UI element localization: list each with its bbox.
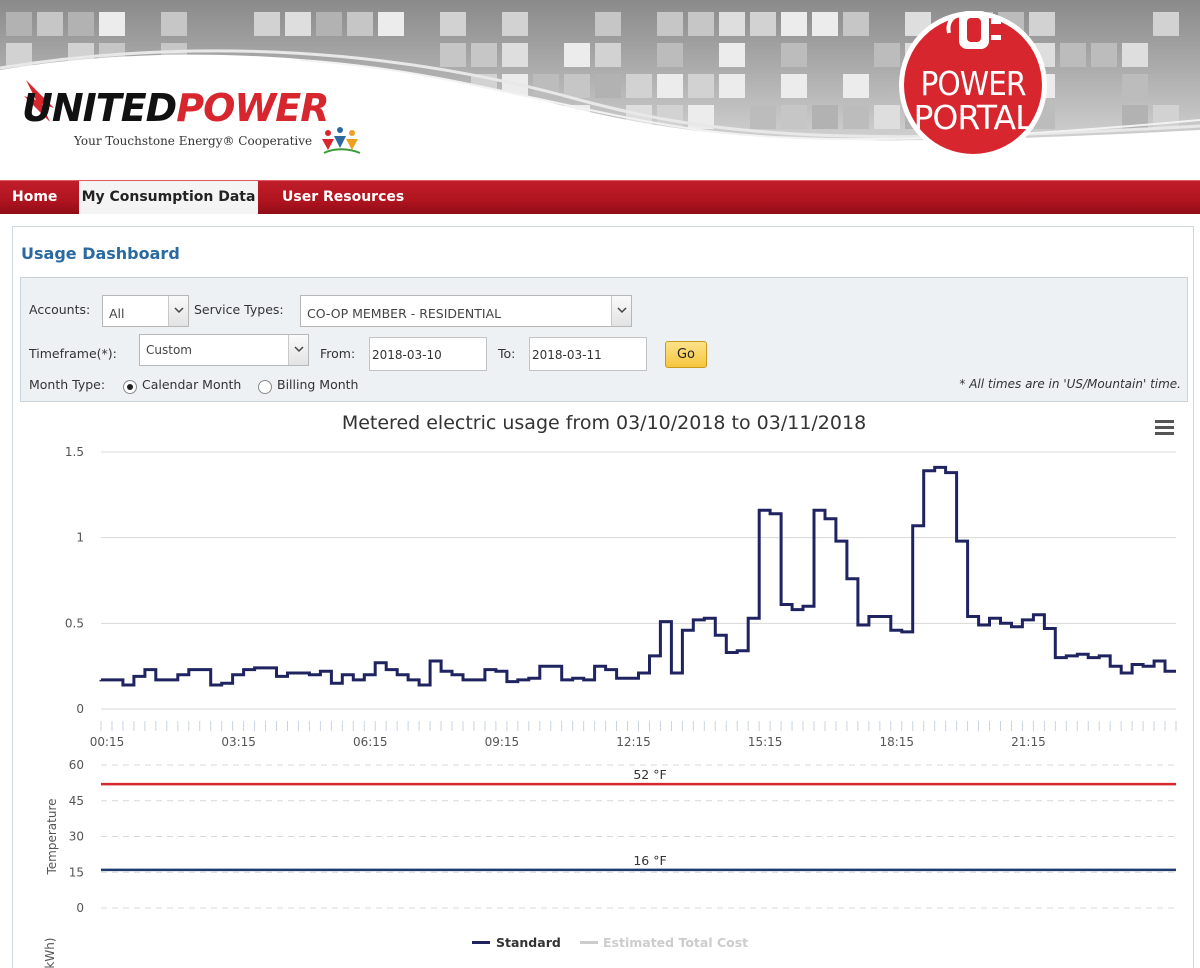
temperature-gridlines [101,764,1176,909]
power-portal-badge[interactable]: POWER PORTAL [895,5,1051,161]
nav-home[interactable]: Home [12,181,57,214]
logo-wordmark: UNITEDPOWER [22,86,330,130]
chevron-down-icon[interactable] [168,296,188,326]
series-line-standard[interactable] [99,465,1176,687]
service-types-value: CO-OP MEMBER - RESIDENTIAL [307,306,502,321]
page-title: Usage Dashboard [21,244,180,263]
nav-user-resources[interactable]: User Resources [282,181,404,214]
united-power-logo[interactable]: UNITEDPOWER Your Touchstone Energy® Coop… [22,78,402,158]
temperature-y-tick-label: 0 [76,901,84,915]
legend-item-standard[interactable]: Standard [472,935,561,950]
timeframe-value: Custom [146,343,192,357]
chevron-down-icon[interactable] [611,296,631,326]
usage-y-tick-label: 1.5 [65,445,84,459]
usage-x-tick-label: 21:15 [1011,735,1046,749]
temperature-y-axis-label: Temperature [45,798,59,875]
legend-standard-label: Standard [496,935,561,950]
filter-panel: Accounts: All Service Types: CO-OP MEMBE… [20,277,1188,402]
usage-x-tick-label: 00:15 [90,735,125,749]
usage-y-ticks: 0 0.5 1 1.5 [65,445,84,716]
temperature-y-tick-label: 45 [69,794,84,808]
temperature-lines: 52 °F 16 °F [101,767,1176,872]
go-button[interactable]: Go [665,341,707,368]
calendar-month-radio[interactable] [123,380,137,394]
to-label: To: [498,346,516,361]
calendar-month-label[interactable]: Calendar Month [142,377,241,392]
month-type-label: Month Type: [29,377,106,392]
chevron-down-icon[interactable] [288,335,308,365]
legend-item-estimated-total-cost[interactable]: Estimated Total Cost [580,935,748,950]
usage-y-tick-label: 1 [76,531,84,545]
nav-my-consumption-data[interactable]: My Consumption Data [79,181,258,214]
usage-x-tick-label: 18:15 [879,735,914,749]
accounts-select[interactable]: All [102,295,189,327]
logo-tagline: Your Touchstone Energy® Cooperative [74,134,313,148]
usage-x-tick-label: 06:15 [353,735,388,749]
chart-title: Metered electric usage from 03/10/2018 t… [342,412,866,434]
usage-x-tick-label: 12:15 [616,735,651,749]
billing-month-radio[interactable] [258,380,272,394]
from-label: From: [320,346,356,361]
chart-legend: Standard Estimated Total Cost [472,935,748,950]
hamburger-menu-icon[interactable] [1155,420,1174,435]
timeframe-select[interactable]: Custom [139,334,309,366]
legend-estimated-cost-label: Estimated Total Cost [603,935,748,950]
header-banner: UNITEDPOWER Your Touchstone Energy® Coop… [0,0,1200,180]
temperature-y-tick-label: 30 [69,830,84,844]
usage-y-axis-label: Usage (kWh) [43,938,57,968]
usage-x-ticks [100,721,1177,731]
usage-y-tick-label: 0.5 [65,616,84,630]
usage-chart: Metered electric usage from 03/10/2018 t… [43,412,1177,968]
temperature-y-ticks: 0 15 30 45 60 [69,758,84,915]
usage-y-tick-label: 0 [76,702,84,716]
logo-power: POWER [176,86,329,130]
accounts-label: Accounts: [29,302,91,317]
timeframe-label: Timeframe(*): [29,346,117,361]
touchstone-figures-icon [322,127,361,154]
usage-x-tick-label: 15:15 [748,735,783,749]
billing-month-label[interactable]: Billing Month [277,377,358,392]
usage-x-tick-label: 09:15 [485,735,520,749]
badge-portal: PORTAL [914,98,1035,137]
temperature-y-tick-label: 60 [69,758,84,772]
from-date-value: 2018-03-10 [372,348,442,362]
main-nav: Home My Consumption Data User Resources [0,180,1200,214]
page: UNITEDPOWER Your Touchstone Energy® Coop… [0,0,1200,968]
logo-united: UNITED [22,86,177,130]
usage-gridlines [101,451,1176,710]
usage-x-labels: 00:15 03:15 06:15 09:15 12:15 15:15 18:15 21:15 [90,735,1046,749]
usage-x-tick-label: 03:15 [221,735,256,749]
accounts-value: All [109,306,125,321]
from-date-input[interactable]: 2018-03-10 [369,337,487,371]
service-types-label: Service Types: [194,302,284,317]
temperature-line-label: 52 °F [633,767,666,782]
temperature-line-label: 16 °F [633,853,666,868]
service-types-select[interactable]: CO-OP MEMBER - RESIDENTIAL [300,295,632,327]
to-date-input[interactable]: 2018-03-11 [529,337,647,371]
to-date-value: 2018-03-11 [532,348,602,362]
temperature-y-tick-label: 15 [69,865,84,879]
timezone-note: * All times are in 'US/Mountain' time. [959,377,1181,391]
